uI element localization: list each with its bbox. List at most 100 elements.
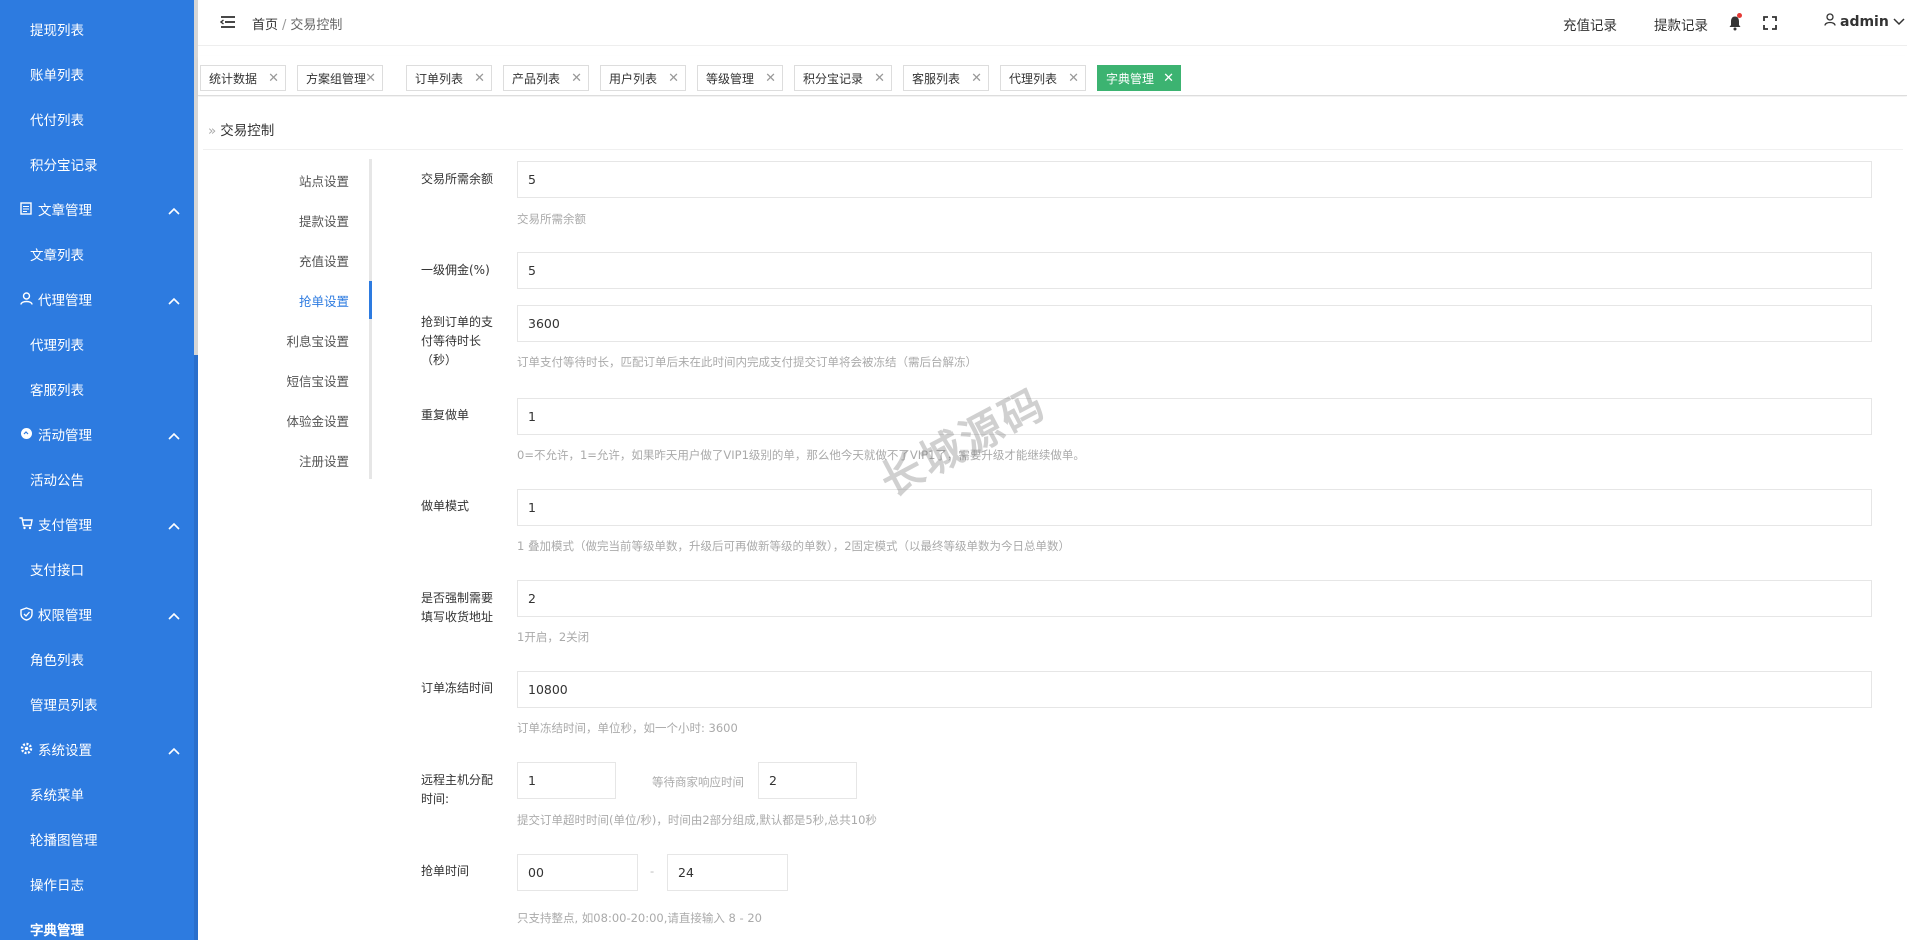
sidebar-group-label: 系统设置 bbox=[38, 742, 92, 759]
tab-agent-list[interactable]: 代理列表 ✕ bbox=[1000, 65, 1086, 91]
sidebar-item-article-list[interactable]: 文章列表 bbox=[0, 231, 194, 276]
sidebar-item-carousel[interactable]: 轮播图管理 bbox=[0, 816, 194, 861]
close-icon[interactable]: ✕ bbox=[571, 71, 582, 86]
min-balance-label: 交易所需余额 bbox=[421, 172, 494, 186]
close-icon[interactable]: ✕ bbox=[474, 71, 485, 86]
sidebar-item-service-list[interactable]: 客服列表 bbox=[0, 366, 194, 411]
tab-label: 字典管理 bbox=[1106, 71, 1155, 86]
tab-user-list[interactable]: 用户列表 ✕ bbox=[600, 65, 686, 91]
sidebar-item-activity-notice[interactable]: 活动公告 bbox=[0, 456, 194, 501]
fullscreen-icon[interactable] bbox=[1763, 16, 1777, 30]
shield-icon bbox=[19, 606, 33, 621]
freeze-time-input[interactable]: 10800 bbox=[517, 671, 1872, 708]
chevron-up-icon bbox=[168, 743, 180, 759]
tab-order-list[interactable]: 订单列表 ✕ bbox=[406, 65, 492, 91]
tab-label: 方案组管理 bbox=[306, 71, 367, 86]
min-balance-input[interactable]: 5 bbox=[517, 161, 1872, 198]
tab-level-management[interactable]: 等级管理 ✕ bbox=[697, 65, 783, 91]
grab-time-end-input[interactable]: 24 bbox=[667, 854, 788, 891]
close-icon[interactable]: ✕ bbox=[268, 71, 279, 86]
breadcrumb-separator: / bbox=[282, 18, 287, 33]
tab-service-list[interactable]: 客服列表 ✕ bbox=[903, 65, 989, 91]
settings-subnav: 站点设置 提款设置 充值设置 抢单设置 利息宝设置 短信宝设置 体验金设置 注册… bbox=[266, 159, 372, 479]
sidebar-group-activities[interactable]: 活动管理 bbox=[0, 411, 194, 456]
pay-wait-label: 抢到订单的支 付等待时长 （秒） bbox=[421, 313, 493, 370]
sidebar-group-system[interactable]: 系统设置 bbox=[0, 726, 194, 771]
sidebar-item-role-list[interactable]: 角色列表 bbox=[0, 636, 194, 681]
subnav-recharge[interactable]: 充值设置 bbox=[299, 251, 349, 270]
menu-toggle-icon[interactable] bbox=[219, 15, 236, 29]
repeat-order-input[interactable]: 1 bbox=[517, 398, 1872, 435]
order-mode-input[interactable]: 1 bbox=[517, 489, 1872, 526]
chevron-up-icon bbox=[168, 293, 180, 309]
sidebar-item-agent-list[interactable]: 代理列表 bbox=[0, 321, 194, 366]
remote-host-label: 远程主机分配 时间: bbox=[421, 771, 493, 809]
tab-label: 代理列表 bbox=[1009, 71, 1058, 86]
sidebar-item-points-record[interactable]: 积分宝记录 bbox=[0, 141, 194, 186]
close-icon[interactable]: ✕ bbox=[1068, 71, 1079, 86]
merchant-wait-input[interactable]: 2 bbox=[758, 762, 857, 799]
sidebar-group-agents[interactable]: 代理管理 bbox=[0, 276, 194, 321]
tab-plan-group[interactable]: 方案组管理 ✕ bbox=[297, 65, 383, 91]
grab-time-start-input[interactable]: 00 bbox=[517, 854, 638, 891]
subnav-register[interactable]: 注册设置 bbox=[299, 451, 349, 470]
tab-label: 订单列表 bbox=[415, 71, 464, 86]
sidebar: 提现列表 账单列表 代付列表 积分宝记录 文章管理 文章列表 代理管理 代理列表… bbox=[0, 0, 198, 940]
tab-label: 统计数据 bbox=[209, 71, 258, 86]
sidebar-group-label: 文章管理 bbox=[38, 202, 92, 219]
sidebar-item-withdraw-list[interactable]: 提现列表 bbox=[0, 6, 194, 51]
close-icon[interactable]: ✕ bbox=[1163, 71, 1174, 86]
order-mode-help: 1 叠加模式（做完当前等级单数，升级后可再做新等级的单数），2固定模式（以最终等… bbox=[517, 539, 1071, 553]
sidebar-group-payment[interactable]: 支付管理 bbox=[0, 501, 194, 546]
sidebar-item-bill-list[interactable]: 账单列表 bbox=[0, 51, 194, 96]
page-title: » 交易控制 bbox=[208, 119, 274, 139]
sidebar-item-label: 活动公告 bbox=[30, 472, 84, 489]
tab-product-list[interactable]: 产品列表 ✕ bbox=[503, 65, 589, 91]
sidebar-item-operation-log[interactable]: 操作日志 bbox=[0, 861, 194, 906]
sidebar-group-articles[interactable]: 文章管理 bbox=[0, 186, 194, 231]
subnav-trial-money[interactable]: 体验金设置 bbox=[286, 411, 349, 430]
sidebar-item-label: 代理列表 bbox=[30, 337, 84, 354]
subnav-interest[interactable]: 利息宝设置 bbox=[286, 331, 349, 350]
pay-wait-input[interactable]: 3600 bbox=[517, 305, 1872, 342]
sidebar-item-label: 文章列表 bbox=[30, 247, 84, 264]
subnav-grab-order[interactable]: 抢单设置 bbox=[299, 291, 349, 310]
divider bbox=[203, 149, 1903, 150]
sidebar-item-label: 管理员列表 bbox=[30, 697, 98, 714]
tab-points-record[interactable]: 积分宝记录 ✕ bbox=[794, 65, 892, 91]
sidebar-item-system-menu[interactable]: 系统菜单 bbox=[0, 771, 194, 816]
recharge-records-link[interactable]: 充值记录 bbox=[1563, 14, 1617, 34]
sidebar-item-payout-list[interactable]: 代付列表 bbox=[0, 96, 194, 141]
breadcrumb-home[interactable]: 首页 bbox=[252, 18, 278, 33]
sidebar-group-permissions[interactable]: 权限管理 bbox=[0, 591, 194, 636]
address-required-input[interactable]: 2 bbox=[517, 580, 1872, 617]
sidebar-item-label: 角色列表 bbox=[30, 652, 84, 669]
close-icon[interactable]: ✕ bbox=[765, 71, 776, 86]
subnav-withdraw[interactable]: 提款设置 bbox=[299, 211, 349, 230]
withdraw-records-link[interactable]: 提款记录 bbox=[1654, 14, 1708, 34]
page-title-text: 交易控制 bbox=[220, 123, 275, 139]
sidebar-item-label: 系统菜单 bbox=[30, 787, 84, 804]
tab-dictionary[interactable]: 字典管理 ✕ bbox=[1097, 65, 1181, 91]
close-icon[interactable]: ✕ bbox=[365, 71, 376, 86]
user-menu[interactable]: admin bbox=[1824, 13, 1905, 30]
chevron-up-icon bbox=[168, 428, 180, 444]
sidebar-item-label: 字典管理 bbox=[30, 922, 84, 939]
close-icon[interactable]: ✕ bbox=[668, 71, 679, 86]
tab-statistics[interactable]: 统计数据 ✕ bbox=[200, 65, 286, 91]
sidebar-item-admin-list[interactable]: 管理员列表 bbox=[0, 681, 194, 726]
sidebar-group-label: 代理管理 bbox=[38, 292, 92, 309]
close-icon[interactable]: ✕ bbox=[971, 71, 982, 86]
grab-time-help: 只支持整点, 如08:00-20:00,请直接输入 8 - 20 bbox=[517, 911, 762, 925]
sidebar-item-label: 轮播图管理 bbox=[30, 832, 98, 849]
sidebar-group-label: 支付管理 bbox=[38, 517, 92, 534]
remote-host-input[interactable]: 1 bbox=[517, 762, 616, 799]
sidebar-item-payment-api[interactable]: 支付接口 bbox=[0, 546, 194, 591]
address-required-label: 是否强制需要 填写收货地址 bbox=[421, 589, 493, 627]
sidebar-item-label: 操作日志 bbox=[30, 877, 84, 894]
subnav-sms[interactable]: 短信宝设置 bbox=[286, 371, 349, 390]
sidebar-item-dictionary[interactable]: 字典管理 bbox=[0, 906, 194, 940]
close-icon[interactable]: ✕ bbox=[874, 71, 885, 86]
subnav-site[interactable]: 站点设置 bbox=[299, 171, 349, 190]
commission-input[interactable]: 5 bbox=[517, 252, 1872, 289]
